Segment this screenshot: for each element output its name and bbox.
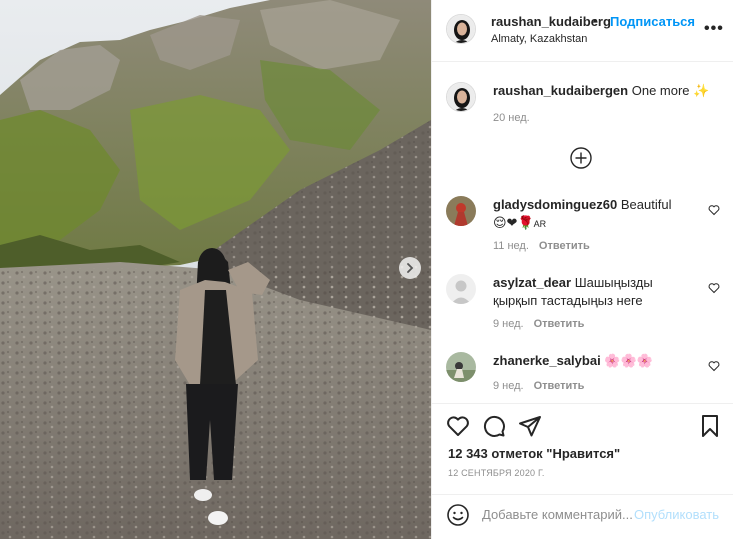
heart-icon[interactable] [708,204,720,216]
comment-username[interactable]: asylzat_dear [493,275,571,290]
comment-icon[interactable] [482,414,506,438]
comment-time[interactable]: 11 нед. [493,240,529,252]
avatar-photo [446,196,476,226]
caption-body: One more [631,83,690,98]
bookmark-icon[interactable] [698,414,722,438]
avatar-photo [446,352,476,382]
comment-time[interactable]: 9 нед. [493,318,524,330]
comment-emoji: 😌❤🌹 [493,216,534,231]
comment-text: gladysdominguez60 Beautiful 😌❤🌹AR [493,196,693,233]
comment-input[interactable] [482,507,632,522]
post-actions: 12 343 отметок "Нравится" 12 СЕНТЯБРЯ 20… [432,403,733,494]
comment-avatar[interactable] [446,274,476,304]
reply-button[interactable]: Ответить [534,318,585,330]
publish-button[interactable]: Опубликовать [634,507,719,522]
reply-button[interactable]: Ответить [534,380,585,392]
more-options-button[interactable]: ••• [704,20,724,38]
plus-circle-icon[interactable] [570,147,592,169]
caption-username[interactable]: raushan_kudaibergen [493,83,628,98]
add-comment-bar: Опубликовать [432,494,733,539]
caption-emoji: ✨ [693,84,710,99]
heart-icon[interactable] [708,360,720,372]
next-photo-button[interactable] [399,257,421,279]
comment-text: asylzat_dear Шашыңызды қырқып тастадыңыз… [493,274,693,310]
comment-username[interactable]: zhanerke_salybai [493,353,601,368]
avatar-photo [447,83,475,111]
comment-body: Beautiful [620,197,672,212]
comment-emoji: 🌸🌸🌸 [604,354,653,369]
post-header: raushan_kudaiberg • Подписаться Almaty, … [432,0,733,62]
comment-meta: 9 нед. Ответить [493,318,594,330]
chevron-right-icon [407,263,414,273]
post-location[interactable]: Almaty, Kazakhstan [491,33,587,45]
default-avatar-icon [446,274,476,304]
caption-time[interactable]: 20 нед. [493,112,530,124]
comment-text: zhanerke_salybai 🌸🌸🌸 [493,352,693,371]
comment-avatar[interactable] [446,196,476,226]
post-side-panel: raushan_kudaiberg • Подписаться Almaty, … [431,0,733,539]
comment-meta: 9 нед. Ответить [493,380,594,392]
caption-meta: 20 нед. [493,112,540,124]
avatar-photo [447,15,475,43]
comment-time[interactable]: 9 нед. [493,380,524,392]
comment-meta: 11 нед. Ответить [493,240,600,252]
likes-count[interactable]: 12 343 отметок "Нравится" [448,446,620,461]
caption-text: raushan_kudaibergen One more ✨ [493,82,723,101]
comments-list: raushan_kudaibergen One more ✨ 20 нед. g… [432,62,733,403]
smiley-icon[interactable] [446,503,470,527]
instagram-post-modal: raushan_kudaiberg • Подписаться Almaty, … [0,0,733,539]
separator-dot: • [593,13,598,28]
comment-avatar[interactable] [446,352,476,382]
comment-username[interactable]: gladysdominguez60 [493,197,617,212]
author-avatar[interactable] [446,14,476,44]
post-date[interactable]: 12 СЕНТЯБРЯ 2020 Г. [448,468,545,478]
follow-button[interactable]: Подписаться [610,14,695,29]
caption-avatar[interactable] [446,82,476,112]
heart-icon[interactable] [708,282,720,294]
heart-icon[interactable] [446,414,470,438]
post-photo[interactable] [0,0,431,539]
paper-plane-icon[interactable] [518,414,542,438]
comment-emoji-suffix: AR [533,219,547,229]
photo-illustration [0,0,431,539]
reply-button[interactable]: Ответить [539,240,590,252]
